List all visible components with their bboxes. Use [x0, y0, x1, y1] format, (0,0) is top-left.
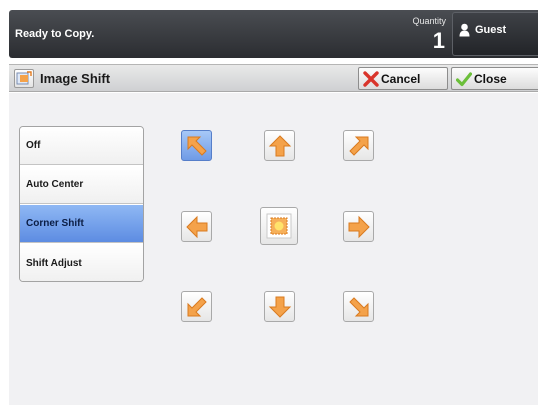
close-label: Close [474, 72, 507, 86]
center-icon [266, 213, 292, 239]
quantity-label: Quantity [412, 16, 446, 26]
page-title: Image Shift [40, 71, 111, 86]
arrow-right-icon [348, 215, 370, 239]
cancel-label: Cancel [381, 72, 421, 86]
feature-title-bar: Image Shift Cancel Close [9, 64, 538, 92]
shift-center-button[interactable] [260, 207, 298, 245]
shift-lower-right-button[interactable] [343, 291, 374, 322]
shift-lower-left-button[interactable] [181, 291, 212, 322]
arrow-down-icon [268, 296, 292, 318]
arrow-up-icon [268, 135, 292, 157]
shift-upper-left-button[interactable] [181, 130, 212, 161]
arrow-down-right-icon [349, 297, 369, 317]
guest-label: Guest [475, 24, 507, 36]
shift-left-button[interactable] [181, 211, 212, 242]
arrow-up-left-icon [187, 136, 207, 156]
option-label: Off [26, 140, 41, 151]
checkmark-icon [456, 72, 472, 87]
option-shift-adjust[interactable]: Shift Adjust [20, 244, 143, 281]
arrow-up-right-icon [349, 136, 369, 156]
image-shift-panel: Off Auto Center Corner Shift Shift Adjus… [9, 93, 538, 405]
shift-right-button[interactable] [343, 211, 374, 242]
status-bar: Ready to Copy. Quantity 1 Guest [9, 10, 538, 58]
option-label: Auto Center [26, 179, 84, 190]
quantity-value: 1 [432, 28, 445, 53]
status-message: Ready to Copy. [15, 28, 95, 40]
image-shift-icon [14, 69, 34, 88]
option-off[interactable]: Off [20, 127, 143, 165]
option-label: Corner Shift [26, 218, 84, 229]
option-auto-center[interactable]: Auto Center [20, 166, 143, 204]
shift-upper-right-button[interactable] [343, 130, 374, 161]
option-label: Shift Adjust [26, 257, 82, 269]
shift-mode-list: Off Auto Center Corner Shift Shift Adjus… [19, 126, 144, 282]
option-corner-shift[interactable]: Corner Shift [20, 205, 143, 243]
guest-button[interactable]: Guest [452, 12, 538, 56]
cancel-x-icon [363, 71, 379, 87]
arrow-left-icon [186, 215, 208, 239]
shift-down-button[interactable] [264, 291, 295, 322]
arrow-down-left-icon [187, 297, 207, 317]
cancel-button[interactable]: Cancel [358, 67, 448, 90]
shift-up-button[interactable] [264, 130, 295, 161]
user-icon [459, 23, 470, 37]
close-button[interactable]: Close [451, 67, 538, 90]
